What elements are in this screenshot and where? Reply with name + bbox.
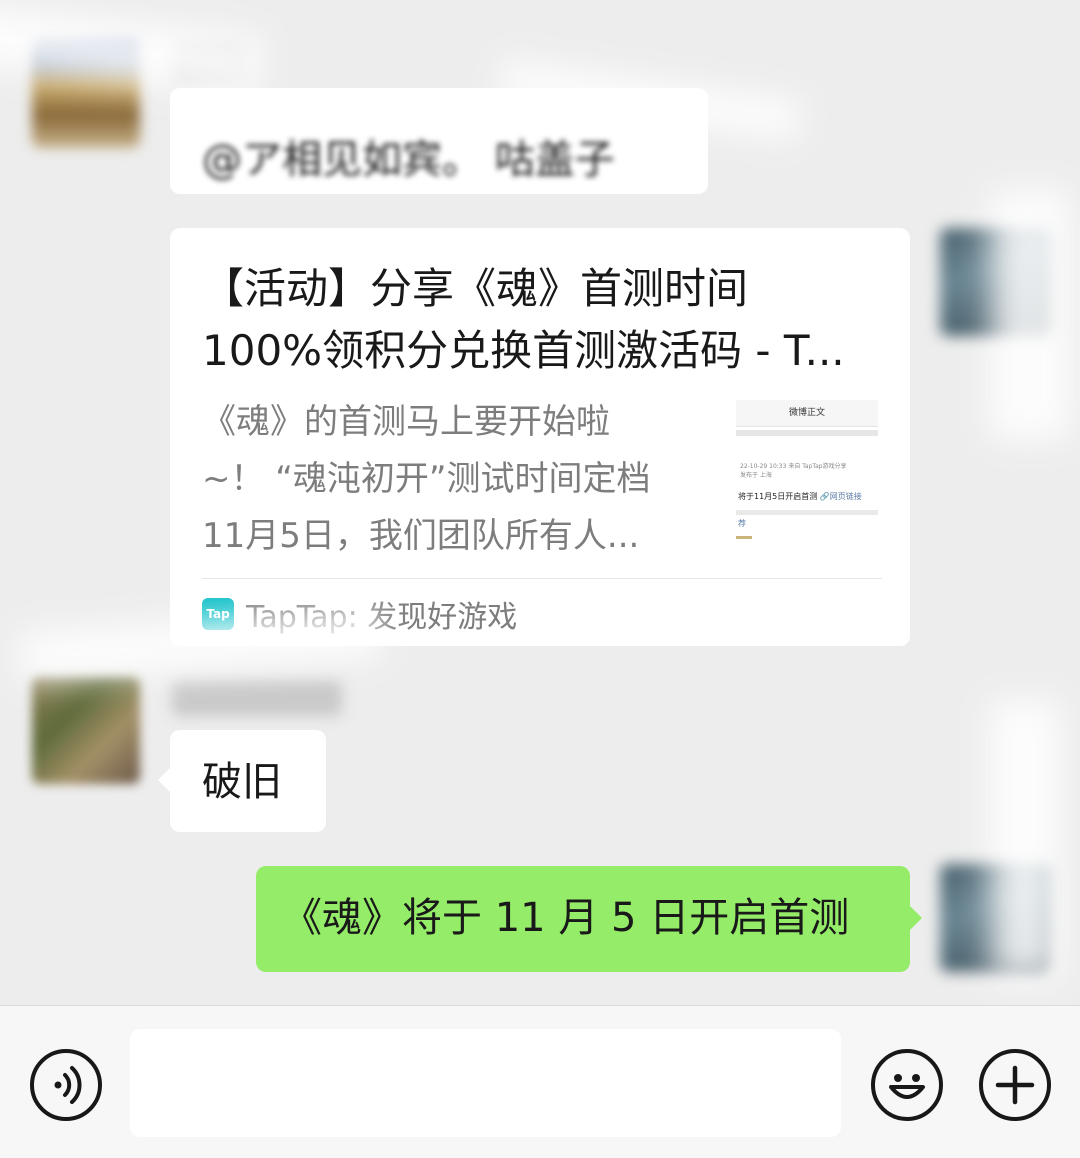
my-message-bubble[interactable]: 《魂》将于 11 月 5 日开启首测 [256, 866, 922, 972]
link-card-desc-line: 《魂》的首测马上要开始啦 [202, 402, 610, 442]
thumbnail-meta-line: 发布于 上海 [740, 472, 772, 479]
emoji-icon[interactable] [871, 1049, 943, 1121]
thumbnail-link: 🔗网页链接 [819, 492, 862, 501]
privacy-smear [990, 700, 1060, 980]
message-text: @ア相见如宾。 咕盖子 [202, 137, 615, 183]
link-card-description: 《魂》的首测马上要开始啦 ~！ “魂沌初开”测试时间定档 11月5日，我们团队所… [202, 394, 692, 565]
thumbnail-header: 微博正文 [736, 400, 878, 427]
link-card-desc-line: 11月5日，我们团队所有人... [202, 516, 640, 556]
chat-area[interactable]: @ア相见如宾。 咕盖子 【活动】分享《魂》首测时间 100%领积分兑换首测激活码… [0, 0, 1080, 1005]
thumbnail-link-text: 网页链接 [829, 492, 862, 501]
privacy-smear [990, 190, 1070, 440]
link-card-divider [202, 578, 882, 579]
thumbnail-divider [736, 510, 878, 515]
thumbnail-divider [736, 430, 878, 436]
link-card-title: 【活动】分享《魂》首测时间 100%领积分兑换首测激活码 - T... [202, 258, 882, 382]
message-text: 破旧 [202, 759, 282, 805]
input-bar [0, 1005, 1080, 1158]
message-text: 《魂》将于 11 月 5 日开启首测 [282, 895, 850, 941]
thumbnail-mark [736, 536, 752, 539]
thumbnail-footer: 荐 [738, 519, 746, 528]
link-card-title-line: 【活动】分享《魂》首测时间 [202, 264, 749, 313]
voice-icon[interactable] [30, 1049, 102, 1121]
message-input[interactable] [130, 1029, 841, 1137]
thumbnail-post-text: 将于11月5日开启首测 [738, 492, 818, 501]
sender-name [172, 680, 342, 716]
link-card[interactable]: 【活动】分享《魂》首测时间 100%领积分兑换首测激活码 - T... 《魂》的… [170, 228, 910, 646]
thumbnail-text: 将于11月5日开启首测 🔗网页链接 [738, 492, 862, 502]
link-card-desc-line: ~！ “魂沌初开”测试时间定档 [202, 459, 651, 499]
link-card-thumbnail: 微博正文 22-10-29 10:33 来自 TapTap游戏分享 发布于 上海… [736, 400, 878, 542]
link-card-title-line: 100%领积分兑换首测激活码 - T... [202, 326, 845, 375]
message-bubble[interactable]: 破旧 [158, 730, 326, 832]
plus-icon[interactable] [979, 1049, 1051, 1121]
thumbnail-meta: 22-10-29 10:33 来自 TapTap游戏分享 发布于 上海 [740, 462, 847, 480]
thumbnail-meta-line: 22-10-29 10:33 来自 TapTap游戏分享 [740, 463, 847, 470]
avatar[interactable] [32, 676, 140, 784]
